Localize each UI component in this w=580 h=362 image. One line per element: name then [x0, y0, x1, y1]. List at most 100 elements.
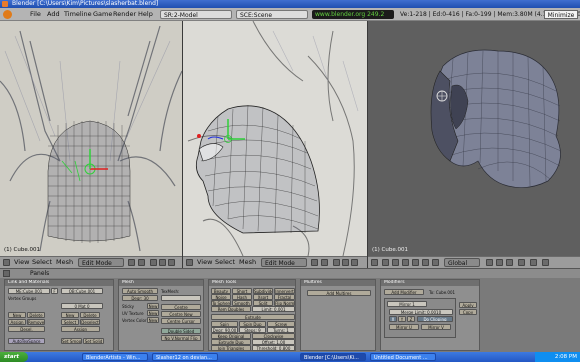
view-type-icon[interactable]	[3, 259, 10, 266]
material-index-field[interactable]: 0 Mat 0	[61, 303, 103, 309]
vgroup-new-button[interactable]: New	[8, 312, 26, 318]
face-select-icon[interactable]	[168, 259, 175, 266]
add-multires-button[interactable]: Add Multires	[307, 290, 371, 296]
view-type-icon[interactable]	[371, 259, 378, 266]
menu-help[interactable]: Help	[138, 8, 153, 21]
degr-field[interactable]: Degr: 30	[122, 295, 158, 301]
vgroup-assign-button[interactable]: Assign	[8, 319, 26, 325]
set-smooth-button[interactable]: Set Smooth	[61, 338, 82, 344]
apply-modifier-button[interactable]: Apply	[459, 302, 477, 308]
edge-select-icon[interactable]	[342, 259, 349, 266]
draw-type-icon[interactable]	[382, 259, 389, 266]
material-deselect-button[interactable]: Deselect	[80, 319, 100, 325]
draw-type-icon[interactable]	[128, 259, 135, 266]
threshold-field[interactable]: Threshold: 0.800	[252, 345, 295, 351]
vgroup-delete-button[interactable]: Delete	[27, 312, 45, 318]
add-modifier-button[interactable]: Add Modifier	[384, 289, 424, 295]
mirror-z-toggle[interactable]: Z	[407, 316, 415, 322]
view-type-icon[interactable]	[186, 259, 193, 266]
pivot-icon[interactable]	[321, 259, 328, 266]
merge-limit-field[interactable]: Merge Limit: 0.0010	[389, 309, 453, 315]
mirror-x-toggle[interactable]: X	[389, 316, 397, 322]
no-vnormal-flip-toggle[interactable]: No V.Normal Flip	[161, 335, 201, 341]
do-clipping-toggle[interactable]: Do Clipping	[417, 316, 453, 322]
mirror-modifier-name[interactable]: Mirror 1	[387, 301, 427, 307]
menu-file[interactable]: File	[30, 8, 41, 21]
window-title-bar[interactable]: Blender [C:\Users\Kim\Pictures\slasherba…	[0, 0, 580, 8]
screen-selector[interactable]: SR:2-Model	[160, 10, 232, 19]
centre-button[interactable]: Centre	[161, 304, 201, 310]
clock[interactable]: 2:08 PM	[555, 354, 577, 360]
vgroup-remove-button[interactable]: Remove	[27, 319, 45, 325]
extrude-button[interactable]: Extrude	[211, 314, 295, 320]
header1-mode-select[interactable]: Edit Mode	[78, 258, 124, 267]
menu-timeline[interactable]: Timeline	[64, 8, 92, 21]
task-blender[interactable]: Blender [C:\Users\Ki...	[300, 353, 366, 361]
buttons-type-icon[interactable]	[3, 270, 10, 277]
panels-menu[interactable]: Panels	[30, 270, 49, 277]
mirror-v-toggle[interactable]: Mirror V	[421, 324, 451, 330]
viewport-perspective[interactable]: (1) Cube.001	[368, 21, 580, 256]
material-assign-button[interactable]: Assign	[61, 326, 100, 332]
header1-select-menu[interactable]: Select	[32, 257, 52, 268]
face-select-icon[interactable]	[506, 259, 513, 266]
mirror-u-toggle[interactable]: Mirror U	[389, 324, 419, 330]
rotate-icon[interactable]	[422, 259, 429, 266]
pivot-icon[interactable]	[392, 259, 399, 266]
menu-add[interactable]: Add	[47, 8, 60, 21]
header2-view-menu[interactable]: View	[197, 257, 212, 268]
header2-mode-select[interactable]: Edit Mode	[261, 258, 307, 267]
material-select-button[interactable]: Select	[61, 319, 79, 325]
rem-doubles-button[interactable]: Rem Doubles	[211, 306, 251, 312]
double-sided-toggle[interactable]: Double Sided	[161, 328, 201, 334]
vertex-select-icon[interactable]	[486, 259, 493, 266]
pivot-icon[interactable]	[138, 259, 145, 266]
edge-select-icon[interactable]	[496, 259, 503, 266]
orientation-select[interactable]: Global	[444, 258, 480, 267]
manipulator-icon[interactable]	[402, 259, 409, 266]
edge-select-icon[interactable]	[159, 259, 166, 266]
menu-game[interactable]: Game	[93, 8, 112, 21]
object-name-field[interactable]: OB:Cube.001	[61, 288, 103, 294]
texmesh-field[interactable]	[161, 295, 201, 301]
header2-select-menu[interactable]: Select	[215, 257, 235, 268]
sticky-new-button[interactable]: New	[147, 303, 159, 309]
material-new-button[interactable]: New	[61, 312, 79, 318]
vcol-new-button[interactable]: New	[147, 317, 159, 323]
start-button[interactable]: start	[0, 352, 28, 362]
translate-icon[interactable]	[412, 259, 419, 266]
material-delete-button[interactable]: Delete	[80, 312, 100, 318]
task-slasher[interactable]: Slasher12 on devian...	[152, 353, 218, 361]
set-solid-button[interactable]: Set Solid	[83, 338, 104, 344]
task-blenderartists[interactable]: BlenderArtists - Win...	[82, 353, 148, 361]
vgroup-deselect-button[interactable]: Desel.	[8, 326, 45, 332]
header2-mesh-menu[interactable]: Mesh	[239, 257, 256, 268]
limit-field[interactable]: Limit: 0.001	[252, 306, 295, 312]
auto-smooth-toggle[interactable]: Auto Smooth	[122, 288, 158, 294]
scale-icon[interactable]	[432, 259, 439, 266]
header1-mesh-menu[interactable]: Mesh	[56, 257, 73, 268]
viewport-front[interactable]: (1) Cube.001	[0, 21, 182, 256]
menu-render[interactable]: Render	[113, 8, 136, 21]
centre-cursor-button[interactable]: Centre Cursor	[161, 318, 201, 324]
vertex-select-icon[interactable]	[333, 259, 340, 266]
mesh-name-field[interactable]: ME:Cube.001	[8, 288, 50, 294]
autotexspace-toggle[interactable]: AutoTexSpace	[8, 338, 45, 344]
viewport-side[interactable]	[183, 21, 367, 256]
face-select-icon[interactable]	[351, 259, 358, 266]
uv-new-button[interactable]: New	[147, 310, 159, 316]
occlude-icon[interactable]	[518, 259, 525, 266]
proportional-icon[interactable]	[530, 259, 537, 266]
mirror-y-toggle[interactable]: Y	[398, 316, 406, 322]
draw-type-icon[interactable]	[311, 259, 318, 266]
header1-view-menu[interactable]: View	[14, 257, 29, 268]
join-triangles-button[interactable]: Join Triangles	[211, 345, 251, 351]
copy-modifier-button[interactable]: Copy	[459, 309, 477, 315]
snap-icon[interactable]	[542, 259, 549, 266]
fake-user-button[interactable]: F	[51, 288, 58, 294]
scene-selector[interactable]: SCE:Scene	[236, 10, 308, 19]
minimize-button[interactable]: Minimize	[544, 10, 578, 19]
vertex-select-icon[interactable]	[150, 259, 157, 266]
task-untitled-document[interactable]: Untitled Document ...	[370, 353, 436, 361]
centre-new-button[interactable]: Centre New	[161, 311, 201, 317]
